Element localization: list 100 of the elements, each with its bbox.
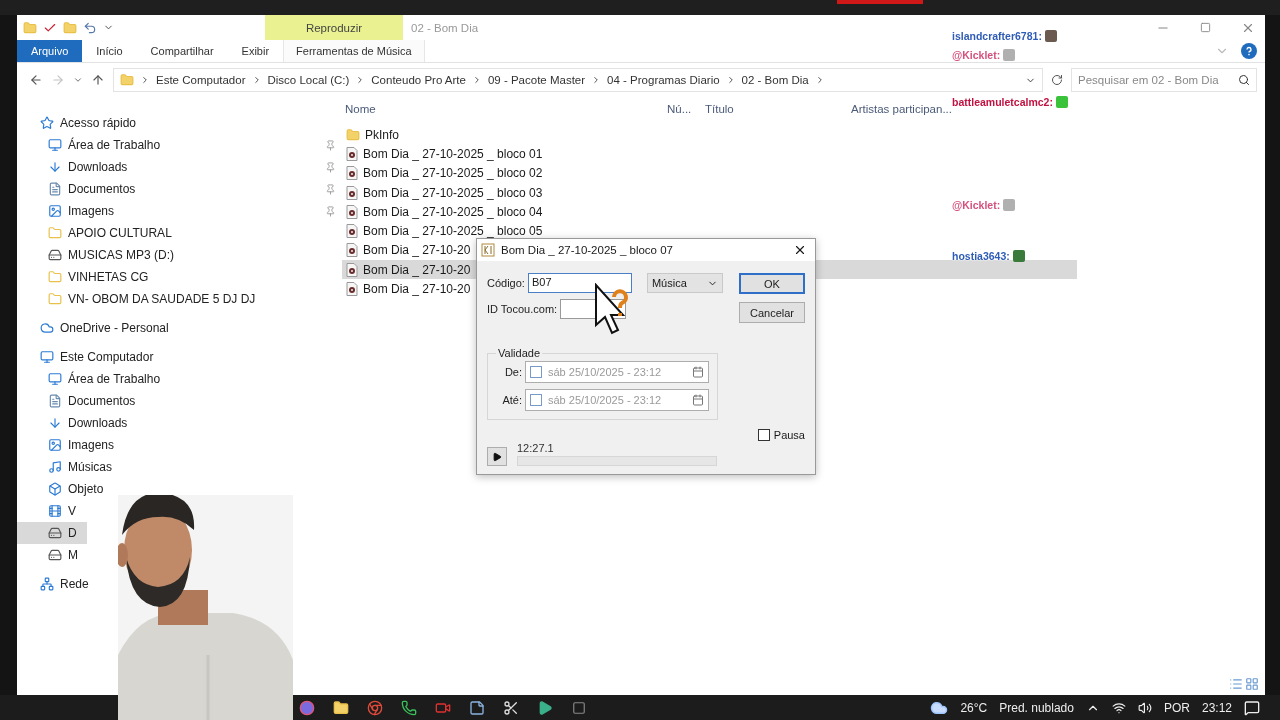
type-dropdown[interactable]: Música <box>646 273 723 293</box>
clock[interactable]: 23:12 <box>1201 700 1232 715</box>
nav-icon <box>48 504 62 518</box>
field-label: De: <box>503 366 522 378</box>
ribbon-tab[interactable]: Início <box>82 40 137 62</box>
nav-section[interactable]: OneDrive - Personal <box>17 317 179 339</box>
file-row[interactable]: Bom Dia _ 27-10-2025 _ bloco 02 <box>342 163 551 183</box>
group-label: Validade <box>497 347 541 359</box>
ribbon-tab[interactable]: Compartilhar <box>136 40 228 62</box>
audio-file-icon <box>346 166 358 181</box>
nav-item[interactable]: M <box>17 544 88 566</box>
field-label: Até: <box>501 394 522 406</box>
nav-item[interactable]: VN- OBOM DA SAUDADE 5 DJ DJ <box>17 288 342 310</box>
nav-section[interactable]: Rede <box>17 573 99 595</box>
nav-icon <box>40 577 54 591</box>
refresh-icon[interactable] <box>1051 74 1063 86</box>
ribbon-tab[interactable]: Exibir <box>227 40 284 62</box>
nav-item[interactable]: Documentos <box>17 178 342 200</box>
close-icon[interactable] <box>793 243 807 257</box>
nav-item[interactable]: Área de Trabalho <box>17 368 171 390</box>
nav-item[interactable]: VINHETAS CG <box>17 266 342 288</box>
time-reading: 12:27.1 <box>517 442 555 454</box>
ribbon-tab[interactable]: Ferramentas de Música <box>283 40 425 62</box>
nav-item[interactable]: D <box>17 522 87 544</box>
nav-item[interactable]: Objeto <box>17 478 114 500</box>
nav-section[interactable]: Este Computador <box>17 346 164 368</box>
checkbox[interactable] <box>530 394 542 406</box>
chat-username: islandcrafter6781: <box>952 29 1042 42</box>
code-field[interactable]: B07 <box>527 273 632 293</box>
nav-icon <box>40 116 54 130</box>
help-icon[interactable] <box>1241 43 1257 59</box>
file-row[interactable]: Bom Dia _ 27-10-2025 _ bloco 05 <box>342 221 551 241</box>
folder-icon <box>346 127 360 142</box>
file-row[interactable]: PkInfo <box>342 125 408 145</box>
calendar-icon[interactable] <box>692 366 704 378</box>
restore-icon[interactable] <box>1200 22 1211 33</box>
address-bar[interactable]: Este Computador Disco Local (C:) Conteudo Pro Arte 09 - Pacote Master 04 - Programas Diario 02 - Bom Dia <box>113 68 1043 92</box>
nav-item[interactable]: Downloads <box>17 156 342 178</box>
window-title: 02 - Bom Dia <box>410 20 479 36</box>
breadcrumb[interactable]: Conteudo Pro Arte <box>371 74 466 86</box>
file-row[interactable]: Bom Dia _ 27-10-20 <box>342 240 479 261</box>
file-row[interactable]: Bom Dia _ 27-10-2025 _ bloco 04 <box>342 202 551 222</box>
app-icon <box>481 243 495 257</box>
audio-file-icon <box>346 224 358 239</box>
file-row[interactable]: Bom Dia _ 27-10-2025 _ bloco 03 <box>342 182 551 203</box>
search-field[interactable]: Pesquisar em 02 - Bom Dia <box>1071 68 1257 92</box>
network-icon[interactable] <box>1111 700 1126 715</box>
back-icon[interactable] <box>29 73 43 87</box>
column-header[interactable]: Título <box>702 103 848 115</box>
nav-item[interactable]: Imagens <box>17 434 125 456</box>
cancel-button[interactable]: Cancelar <box>739 302 805 323</box>
ribbon-tab[interactable]: Arquivo <box>17 40 83 62</box>
nav-item[interactable]: V <box>17 500 86 522</box>
nav-item[interactable]: APOIO CULTURAL <box>17 222 342 244</box>
search-icon <box>1238 74 1250 86</box>
nav-item[interactable]: Área de Trabalho <box>17 134 342 156</box>
field-label: Código: <box>487 277 525 289</box>
chat-username: @Kicklet: <box>952 198 1001 211</box>
nav-item[interactable]: Documentos <box>17 390 146 412</box>
ok-button[interactable]: OK <box>739 273 805 294</box>
nav-icon <box>48 438 62 452</box>
input-language[interactable]: POR <box>1163 700 1190 715</box>
nav-icon <box>48 526 62 540</box>
audio-file-icon <box>346 282 358 296</box>
nav-section[interactable]: Acesso rápido <box>17 112 147 134</box>
file-row[interactable]: Bom Dia _ 27-10-2025 _ bloco 01 <box>342 144 551 164</box>
checkbox-label: Pausa <box>773 429 805 441</box>
nav-icon <box>48 482 62 496</box>
audio-file-icon <box>346 243 358 258</box>
undo-icon[interactable] <box>83 20 97 35</box>
up-icon[interactable] <box>91 73 105 87</box>
checkbox[interactable] <box>530 366 542 378</box>
breadcrumb[interactable]: Disco Local (C:) <box>267 74 350 86</box>
chat-username: battleamuletcalmc2: <box>952 95 1053 108</box>
volume-icon[interactable] <box>1137 700 1152 715</box>
nav-icon <box>48 292 62 306</box>
nav-item[interactable]: MUSICAS MP3 (D:) <box>17 244 342 266</box>
nav-icon <box>48 270 62 284</box>
chat-username: @Kicklet: <box>952 48 1001 61</box>
tiles-view-icon[interactable] <box>1245 677 1259 691</box>
column-header[interactable]: Nome <box>342 103 664 115</box>
breadcrumb[interactable]: 02 - Bom Dia <box>741 74 809 86</box>
play-button[interactable] <box>487 447 507 466</box>
breadcrumb[interactable]: 09 - Pacote Master <box>487 74 586 86</box>
column-header[interactable]: Nú... <box>664 103 702 115</box>
nav-icon <box>48 182 62 196</box>
chat-username: hostia3643: <box>952 249 1010 262</box>
breadcrumb[interactable]: 04 - Programas Diario <box>607 74 720 86</box>
notifications-icon[interactable] <box>1244 699 1260 716</box>
recent-icon[interactable] <box>73 75 83 85</box>
breadcrumb[interactable]: Este Computador <box>156 74 246 86</box>
nav-icon <box>48 138 62 152</box>
nav-item[interactable]: Downloads <box>17 412 138 434</box>
file-row[interactable]: Bom Dia _ 27-10-20 <box>342 279 479 299</box>
nav-icon <box>40 350 54 364</box>
calendar-icon[interactable] <box>692 394 704 406</box>
nav-icon <box>40 321 54 335</box>
nav-item[interactable]: Imagens <box>17 200 342 222</box>
checkbox[interactable] <box>757 429 770 441</box>
nav-item[interactable]: Músicas <box>17 456 122 478</box>
